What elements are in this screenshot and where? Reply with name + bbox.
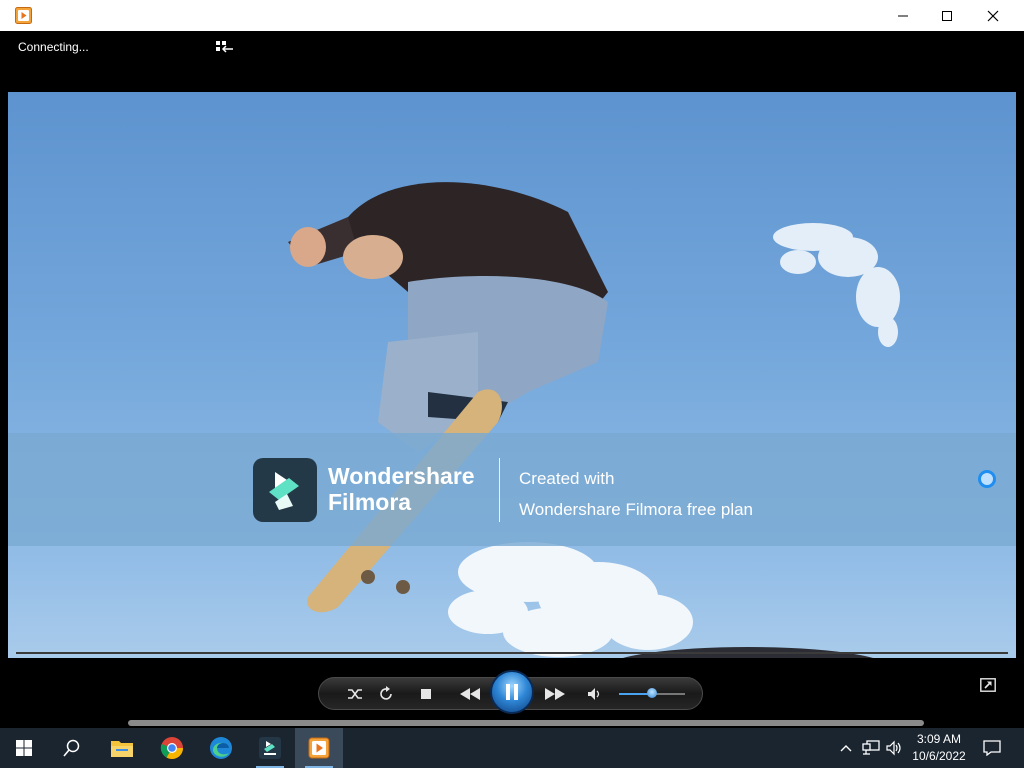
playback-controls [318, 670, 703, 714]
title-bar[interactable] [0, 0, 1024, 31]
video-frame-skateboarder [288, 182, 900, 658]
volume-slider[interactable] [619, 688, 685, 698]
taskbar-file-explorer[interactable] [98, 728, 146, 768]
search-button[interactable] [48, 728, 96, 768]
taskbar-edge[interactable] [197, 728, 245, 768]
loading-ring-icon [978, 470, 996, 488]
created-line-2: Wondershare Filmora free plan [519, 500, 754, 519]
start-button[interactable] [0, 728, 48, 768]
brand-line-2: Filmora [328, 489, 412, 515]
media-player-app-icon [15, 7, 32, 24]
speaker-icon [886, 740, 901, 756]
filmora-logo-icon [269, 472, 299, 510]
search-icon [63, 739, 80, 757]
media-player-icon [308, 737, 330, 759]
maximize-icon [942, 10, 952, 21]
network-status-button[interactable] [860, 728, 882, 768]
shuffle-button[interactable] [341, 678, 369, 709]
stop-button[interactable] [412, 678, 440, 709]
chrome-icon [160, 737, 183, 759]
pause-icon [506, 684, 518, 700]
watermark-divider [499, 458, 500, 522]
taskbar-filmora[interactable] [246, 728, 294, 768]
seek-bar[interactable] [16, 652, 1008, 654]
pause-button[interactable] [490, 670, 534, 714]
volume-icon [588, 687, 600, 700]
brand-name: Wondershare Filmora [328, 463, 475, 515]
edge-icon [210, 737, 232, 759]
shuffle-icon [348, 688, 362, 699]
close-icon [987, 10, 999, 21]
taskbar: 3:09 AM 10/6/2022 [0, 728, 1024, 768]
created-line-1: Created with [519, 469, 615, 488]
action-center-icon [983, 740, 1001, 756]
repeat-icon [380, 685, 392, 700]
taskbar-media-player[interactable] [295, 728, 343, 768]
network-icon [862, 740, 880, 755]
brand-line-1: Wondershare [328, 463, 475, 489]
chevron-up-icon [840, 745, 852, 752]
horizontal-scrollbar[interactable] [128, 720, 924, 726]
previous-icon [460, 687, 480, 700]
previous-button[interactable] [452, 678, 488, 709]
watermark-banner: Wondershare Filmora Created with Wonders… [8, 433, 1016, 546]
switch-to-now-playing-icon[interactable] [980, 678, 996, 692]
show-hidden-icons-button[interactable] [836, 728, 856, 768]
mute-button[interactable] [581, 678, 609, 709]
video-area[interactable]: Wondershare Filmora Created with Wonders… [8, 92, 1016, 658]
filmora-icon [259, 737, 281, 759]
action-center-button[interactable] [978, 728, 1006, 768]
close-button[interactable] [970, 0, 1016, 31]
switch-to-library-icon[interactable] [214, 39, 234, 55]
connection-status: Connecting... [18, 40, 89, 54]
system-clock[interactable]: 3:09 AM 10/6/2022 [906, 731, 972, 765]
clock-date: 10/6/2022 [912, 749, 966, 763]
created-with-text: Created with Wondershare Filmora free pl… [519, 463, 753, 525]
taskbar-chrome[interactable] [148, 728, 196, 768]
minimize-icon [898, 15, 908, 16]
repeat-button[interactable] [372, 678, 400, 709]
maximize-button[interactable] [924, 0, 970, 31]
stop-icon [421, 688, 431, 699]
next-button[interactable] [537, 678, 573, 709]
clock-time: 3:09 AM [916, 732, 962, 746]
volume-thumb[interactable] [647, 688, 657, 698]
filmora-logo [253, 458, 317, 522]
file-explorer-icon [111, 741, 133, 757]
minimize-button[interactable] [880, 0, 926, 31]
volume-tray-button[interactable] [884, 728, 906, 768]
next-icon [545, 687, 565, 700]
media-player-window: Connecting... Wondershare Filmora Create… [0, 0, 1024, 728]
windows-start-icon [16, 740, 32, 756]
